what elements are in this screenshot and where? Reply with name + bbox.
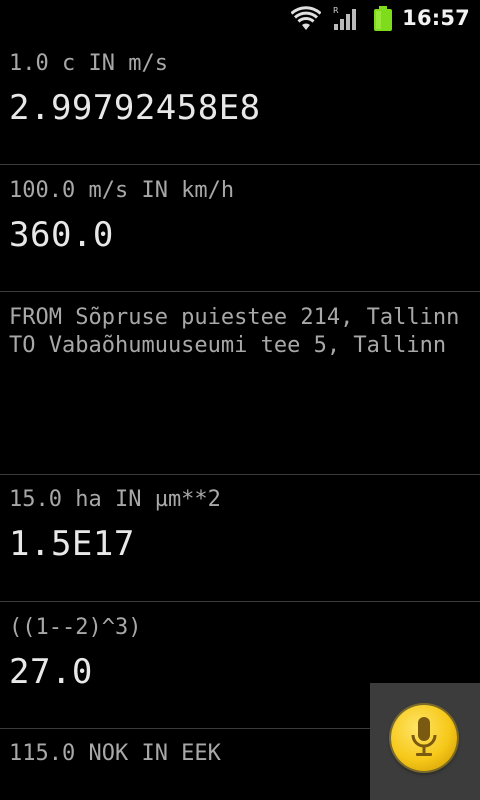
roaming-indicator: R [333, 6, 339, 15]
result-text: 2.99792458E8 [9, 88, 261, 128]
list-item[interactable]: 15.0 ha IN µm**2 1.5E17 [0, 486, 480, 564]
signal-icon: R [333, 6, 356, 30]
list-item[interactable]: ((1--2)^3) 27.0 [0, 614, 480, 692]
result-text: 360.0 [9, 215, 114, 255]
voice-input-button[interactable] [391, 705, 457, 771]
list-item[interactable]: FROM Sõpruse puiestee 214, Tallinn TO Va… [0, 304, 480, 370]
query-text: 100.0 m/s IN km/h [9, 178, 235, 203]
list-item[interactable]: 1.0 c IN m/s 2.99792458E8 [0, 50, 480, 128]
list-item[interactable]: 100.0 m/s IN km/h 360.0 [0, 177, 480, 255]
wifi-icon [291, 6, 321, 30]
microphone-icon [411, 717, 437, 756]
query-text: ((1--2)^3) [9, 615, 142, 640]
mic-panel [370, 683, 480, 800]
status-bar: R 16:57 [0, 0, 480, 38]
query-text: FROM Sõpruse puiestee 214, Tallinn TO Va… [9, 305, 473, 358]
query-text: 15.0 ha IN µm**2 [9, 487, 221, 512]
divider [0, 474, 480, 475]
clock: 16:57 [402, 6, 470, 30]
battery-icon [374, 6, 392, 31]
result-text: 1.5E17 [9, 524, 135, 564]
divider [0, 164, 480, 165]
divider [0, 601, 480, 602]
divider [0, 291, 480, 292]
query-text: 1.0 c IN m/s [9, 51, 168, 76]
